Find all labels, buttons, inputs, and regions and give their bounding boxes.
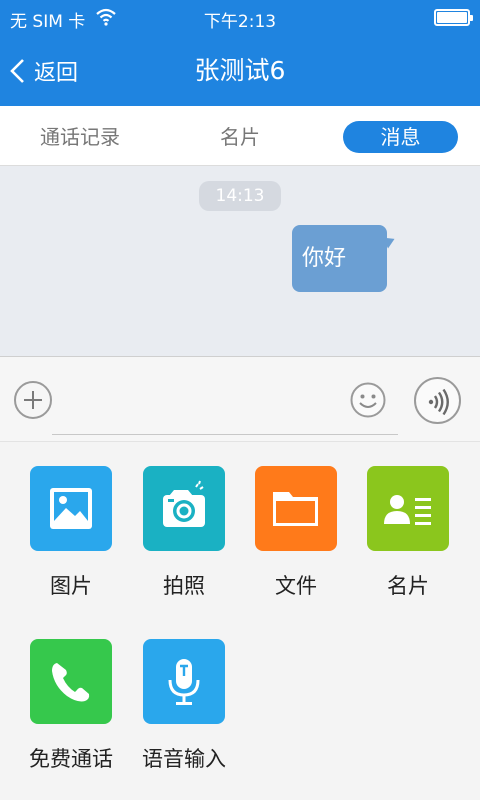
plus-button[interactable]: [14, 381, 52, 419]
back-button[interactable]: 返回: [8, 36, 78, 106]
action-label: 名片: [387, 574, 429, 598]
action-label: 免费通话: [29, 747, 113, 771]
action-file[interactable]: 文件: [240, 466, 352, 600]
action-free-call[interactable]: 免费通话: [15, 639, 127, 773]
action-label: 文件: [275, 574, 317, 598]
outgoing-message-bubble[interactable]: 你好: [292, 225, 387, 292]
status-bar: 无 SIM 卡 下午2:13: [0, 0, 480, 36]
microphone-icon: [143, 639, 225, 724]
tab-business-card[interactable]: 名片: [180, 121, 300, 153]
input-bar: [0, 356, 480, 442]
action-label: 拍照: [163, 574, 205, 598]
tab-call-log[interactable]: 通话记录: [20, 121, 140, 153]
action-contact-card[interactable]: 名片: [352, 466, 464, 600]
action-camera[interactable]: 拍照: [128, 466, 240, 600]
message-input[interactable]: [52, 387, 398, 435]
chevron-left-icon: [10, 59, 24, 83]
tab-messages[interactable]: 消息: [343, 121, 458, 153]
phone-icon: [30, 639, 112, 724]
back-label: 返回: [34, 61, 79, 86]
image-icon: [30, 466, 112, 551]
attachment-panel: 图片 拍照 文件 名片 免费通话 语音输入: [0, 442, 480, 800]
action-label: 语音输入: [142, 747, 226, 771]
contact-card-icon: [367, 466, 449, 551]
clock: 下午2:13: [203, 12, 277, 32]
battery-icon: [434, 9, 473, 26]
emoji-icon[interactable]: [349, 381, 387, 419]
message-timestamp: 14:13: [199, 181, 281, 211]
action-image[interactable]: 图片: [15, 466, 127, 600]
action-label: 图片: [50, 574, 92, 598]
voice-button[interactable]: [414, 377, 461, 424]
folder-icon: [255, 466, 337, 551]
action-voice-input[interactable]: 语音输入: [128, 639, 240, 773]
camera-icon: [143, 466, 225, 551]
chat-area: 14:13 你好: [0, 166, 480, 356]
nav-bar: 返回 张测试6: [0, 36, 480, 106]
tab-bar: 通话记录 名片 消息: [0, 106, 480, 166]
sound-wave-icon: [428, 388, 449, 416]
